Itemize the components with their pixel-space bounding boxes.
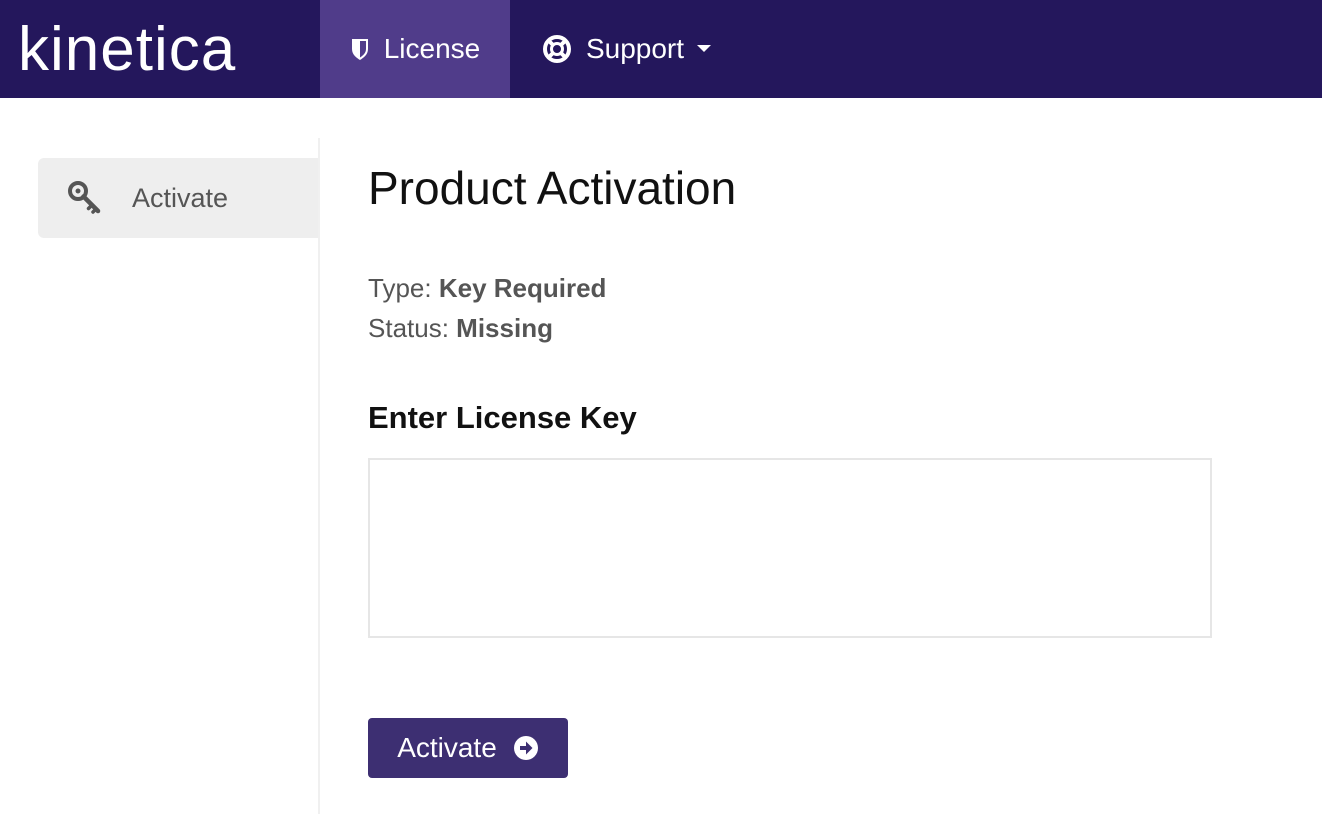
kinetica-logo[interactable]: kinetica <box>18 18 288 78</box>
shield-icon <box>350 37 370 61</box>
page-title: Product Activation <box>368 162 737 214</box>
arrow-circle-right-icon <box>513 735 539 761</box>
nav-license-label: License <box>383 33 481 64</box>
sidebar-item-activate[interactable]: Activate <box>38 158 318 238</box>
sidebar-item-label: Activate <box>132 182 229 213</box>
status-label: Status: <box>368 313 449 343</box>
license-key-input[interactable] <box>368 458 1212 638</box>
type-value: Key Required <box>438 273 607 303</box>
sidebar-divider <box>318 138 320 814</box>
license-status-line: Status: Missing <box>368 312 553 344</box>
section-heading: Enter License Key <box>368 400 637 435</box>
nav-support-label: Support <box>585 33 685 64</box>
chevron-down-icon <box>696 44 712 54</box>
type-label: Type: <box>368 273 432 303</box>
activate-button-label: Activate <box>397 732 497 763</box>
status-value: Missing <box>456 313 553 343</box>
nav-tab-support[interactable]: Support <box>522 0 732 98</box>
nav-tab-license[interactable]: License <box>320 0 510 98</box>
activate-button[interactable]: Activate <box>368 718 568 778</box>
logo-text: kinetica <box>18 18 236 78</box>
top-navbar: kinetica License Support <box>0 0 1322 98</box>
key-icon <box>68 181 102 215</box>
life-ring-icon <box>542 34 572 64</box>
license-type-line: Type: Key Required <box>368 272 606 304</box>
